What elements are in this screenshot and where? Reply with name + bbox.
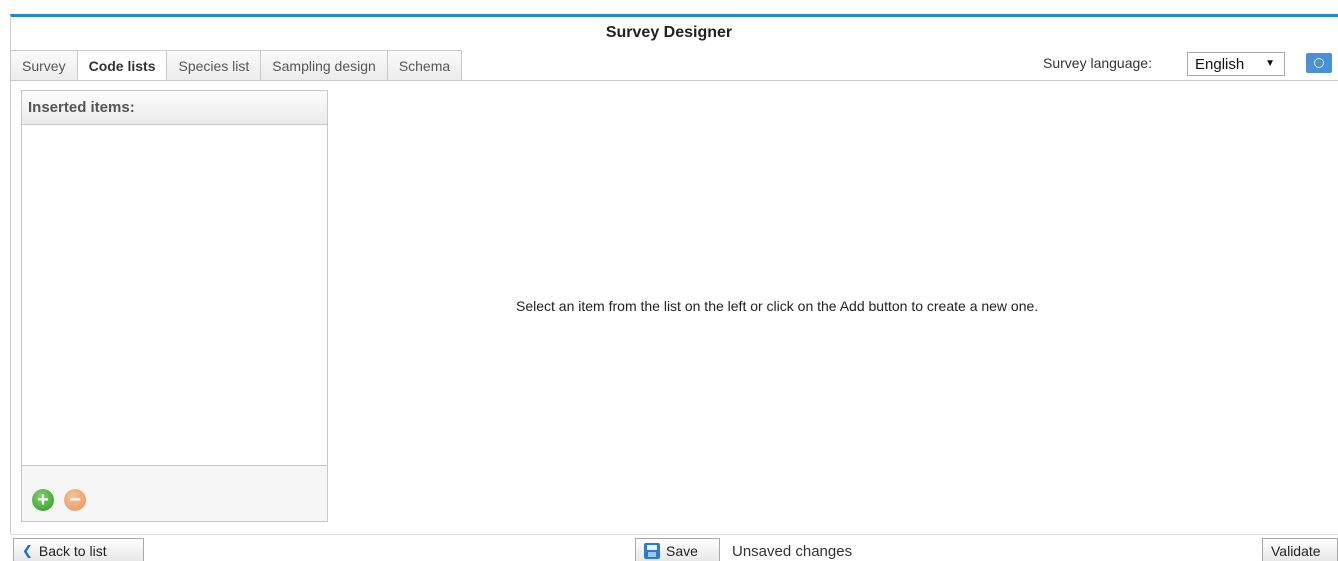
floppy-disk-icon [644, 543, 660, 559]
survey-language-value: English [1195, 55, 1245, 73]
globe-flag-icon[interactable] [1306, 53, 1332, 73]
empty-selection-message: Select an item from the list on the left… [516, 298, 1039, 314]
inserted-items-header: Inserted items: [22, 91, 327, 125]
tab-code-lists[interactable]: Code lists [76, 50, 168, 81]
minus-circle-icon[interactable]: − [64, 488, 86, 511]
survey-language-select[interactable]: English ▼ [1187, 52, 1285, 76]
tab-species-list[interactable]: Species list [166, 50, 262, 80]
back-to-list-label: Back to list [38, 543, 107, 559]
tab-survey[interactable]: Survey [10, 50, 78, 80]
inserted-items-toolbar: + − [22, 465, 327, 521]
tab-content-border [10, 80, 1338, 81]
survey-language-label: Survey language: [1043, 55, 1152, 71]
plus-circle-icon[interactable]: + [32, 488, 54, 511]
validate-button[interactable]: Validate [1262, 538, 1338, 561]
tab-bar: Survey Code lists Species list Sampling … [10, 50, 463, 81]
tab-sampling-design[interactable]: Sampling design [260, 50, 388, 80]
footer-divider [10, 534, 1338, 535]
save-label: Save [666, 543, 698, 559]
chevron-left-icon: ❮ [22, 543, 33, 558]
save-button[interactable]: Save [635, 538, 720, 561]
dropdown-arrow-icon: ▼ [1265, 58, 1275, 69]
inserted-items-list[interactable] [22, 125, 327, 466]
save-status-text: Unsaved changes [732, 543, 853, 560]
page-title: Survey Designer [605, 24, 733, 41]
tab-schema[interactable]: Schema [386, 50, 463, 80]
back-to-list-button[interactable]: ❮ Back to list [13, 538, 144, 561]
validate-label: Validate [1271, 543, 1321, 559]
inserted-items-panel: Inserted items: + − [21, 90, 328, 522]
